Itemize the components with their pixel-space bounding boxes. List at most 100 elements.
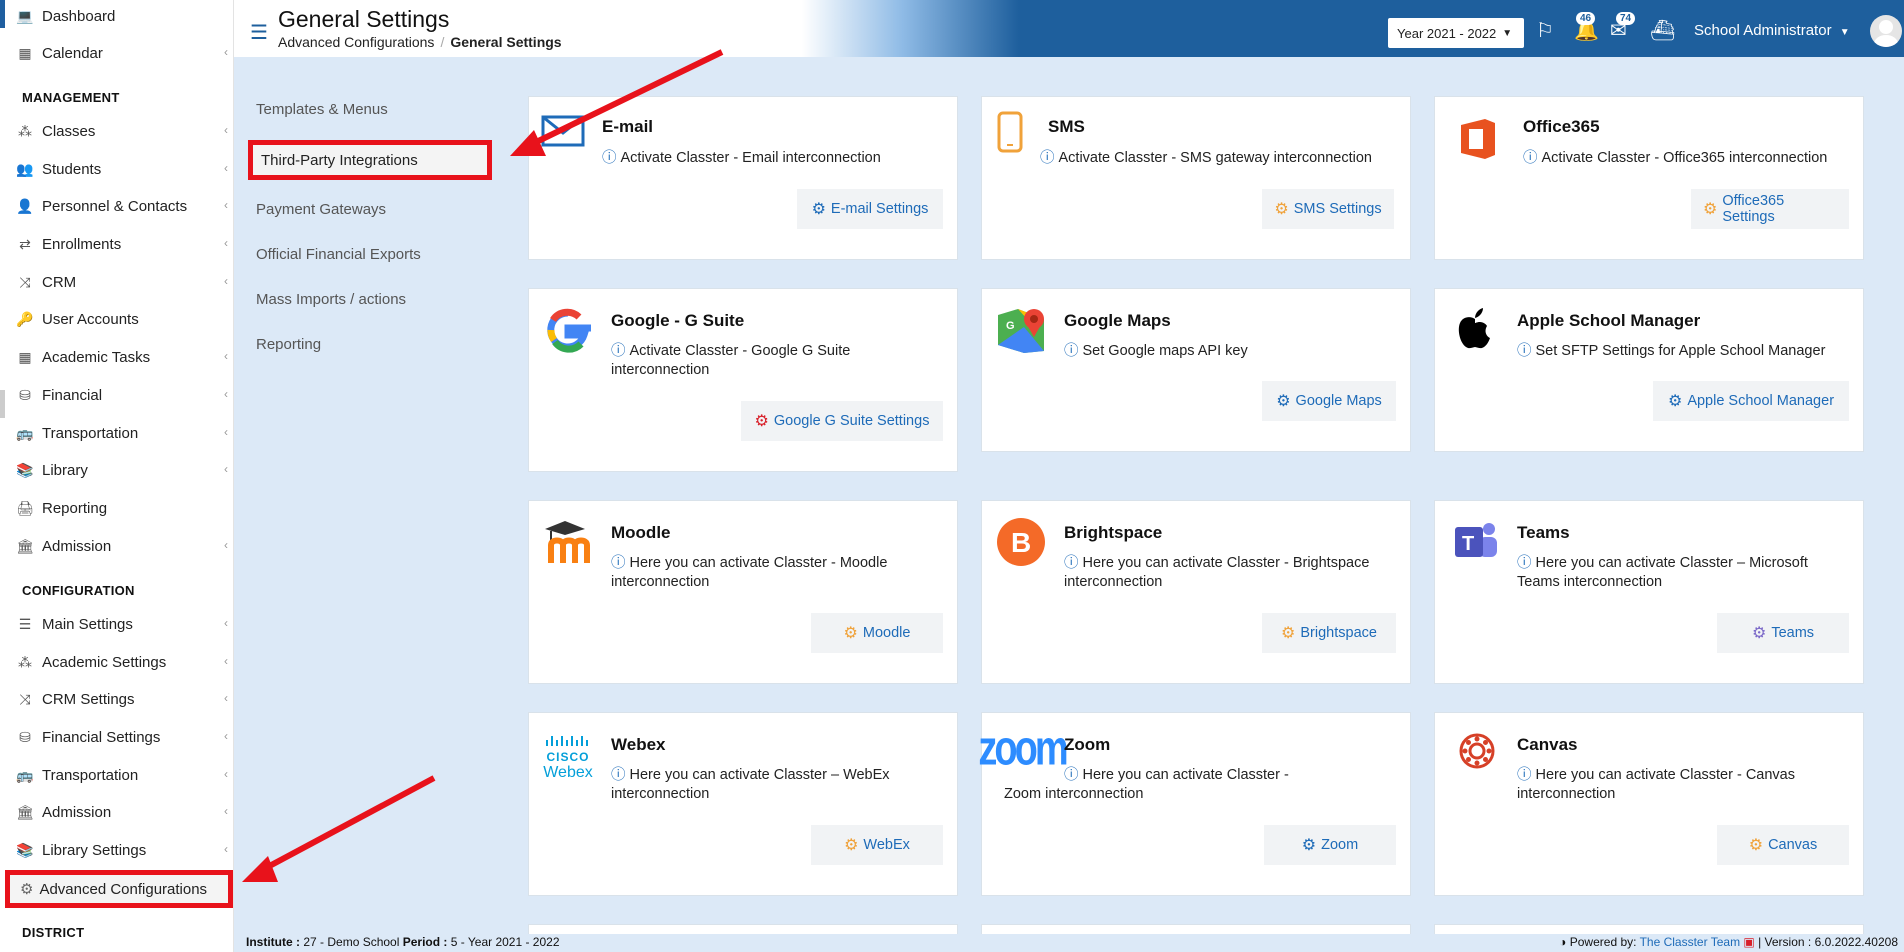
sidebar-item-enrollments[interactable]: ⇄ Enrollments ‹ [0,230,234,258]
card-description-text: Set SFTP Settings for Apple School Manag… [1535,343,1826,359]
integration-card-zoom: zoom Zoom ⓘ Here you can activate Classte… [978,712,1411,896]
breadcrumb-separator: / [440,34,445,50]
gsuite-settings-button[interactable]: ⚙ Google G Suite Settings [741,401,943,441]
settings-menu-reporting[interactable]: Reporting [256,336,321,353]
bus-icon: 🚌 [16,424,34,441]
calendar-icon: ▦ [18,44,32,61]
sidebar-item-transportation[interactable]: 🚌 Transportation ‹ [0,419,234,447]
sidebar-item-label: Enrollments [42,235,122,253]
canvas-button[interactable]: ⚙ Canvas [1717,825,1849,865]
sidebar-item-calendar[interactable]: ▦ Calendar ‹ [0,39,234,67]
apple-logo-icon [1455,305,1495,353]
users-icon: 👥 [16,160,34,177]
settings-menu-templates[interactable]: Templates & Menus [256,101,388,118]
sidebar-item-reporting[interactable]: 🖨 Reporting [0,494,234,522]
sidebar-item-financial-settings[interactable]: ⛁ Financial Settings ‹ [0,723,234,751]
sidebar-item-admission[interactable]: 🏛 Admission ‹ [0,532,234,560]
card-description-text: Activate Classter - Office365 interconne… [1541,150,1828,166]
avatar[interactable] [1870,15,1902,47]
footer-powered: ◑ Powered by: The Classter Team ▣ | Vers… [1559,935,1898,949]
user-menu[interactable]: School Administrator ▼ [1694,22,1850,39]
chevron-left-icon: ‹ [224,387,228,401]
card-title: Teams [1517,523,1570,542]
footer-powered-label: Powered by: [1569,935,1637,949]
moodle-button[interactable]: ⚙ Moodle [811,613,943,653]
caret-down-icon: ▼ [1502,27,1513,39]
hamburger-menu-icon[interactable]: ☰ [250,20,268,45]
sidebar-item-library-settings[interactable]: 📚 Library Settings ‹ [0,836,234,864]
sidebar-item-crm-settings[interactable]: ⤨ CRM Settings ‹ [0,685,234,713]
sidebar-item-user-accounts[interactable]: 🔑 User Accounts [0,305,234,333]
sidebar-item-crm[interactable]: ⤨ CRM ‹ [0,268,234,296]
people-icon: ⁂ [18,122,32,139]
breadcrumb: Advanced Configurations / General Settings [278,34,562,50]
footer-powered-link[interactable]: The Classter Team [1640,935,1740,949]
webex-logo-text: Webex [543,764,593,781]
button-label: Canvas [1768,837,1818,853]
sidebar-item-dashboard[interactable]: 💻 Dashboard [0,2,234,30]
webex-button[interactable]: ⚙ WebEx [811,825,943,865]
settings-menu-label: Third-Party Integrations [261,151,418,169]
sidebar-item-academic-settings[interactable]: ⁂ Academic Settings ‹ [0,648,234,676]
chevron-left-icon: ‹ [224,161,228,175]
card-description: ⓘ Activate Classter - SMS gateway interco… [1040,149,1400,168]
card-description: ⓘ Set SFTP Settings for Apple School Mana… [1517,342,1857,361]
office365-settings-button[interactable]: ⚙ Office365 Settings [1691,189,1849,229]
card-description: ⓘ Here you can activate Classter – Micros… [1517,554,1827,592]
gears-icon: ⚙ [1274,201,1289,218]
ship-icon[interactable]: ⛴ [1650,18,1675,43]
shuffle-icon: ⤨ [19,690,31,707]
sidebar-item-academic-tasks[interactable]: ▦ Academic Tasks ‹ [0,343,234,371]
sidebar-item-label: Academic Tasks [42,348,151,366]
breadcrumb-current: General Settings [450,34,562,50]
sidebar-item-personnel[interactable]: 👤 Personnel & Contacts ‹ [0,192,234,220]
sidebar-item-classes[interactable]: ⁂ Classes ‹ [0,117,234,145]
sliders-icon: ☰ [18,615,32,632]
settings-menu-mass-imports[interactable]: Mass Imports / actions [256,291,406,308]
button-label: Brightspace [1300,625,1377,641]
sidebar-item-label: Personnel & Contacts [42,197,188,215]
card-description: ⓘ Here you can activate Classter - Bright… [1064,554,1394,592]
sidebar-item-label: Advanced Configurations [39,880,208,898]
settings-menu-financial-exports[interactable]: Official Financial Exports [256,246,421,263]
card-description-text: Set Google maps API key [1082,343,1248,359]
gears-icon: ⚙ [843,625,858,642]
card-description-text: Activate Classter - Google G Suite inter… [611,343,851,378]
chevron-left-icon: ‹ [224,236,228,250]
message-badge: 74 [1616,12,1636,25]
button-label: Google G Suite Settings [773,413,930,429]
flag-icon[interactable]: ⚐ [1536,18,1554,43]
sidebar-item-admission-settings[interactable]: 🏛 Admission ‹ [0,798,234,826]
settings-menu-payment-gateways[interactable]: Payment Gateways [256,201,386,218]
card-title: Canvas [1517,735,1578,754]
laptop-icon: 💻 [16,7,34,24]
info-icon: ⓘ [1517,343,1532,359]
chevron-left-icon: ‹ [224,654,228,668]
apple-school-manager-button[interactable]: ⚙ Apple School Manager [1653,381,1849,421]
sidebar-item-main-settings[interactable]: ☰ Main Settings ‹ [0,610,234,638]
gears-icon: ⚙ [1301,837,1317,854]
email-settings-button[interactable]: ⚙ E-mail Settings [797,189,943,229]
info-icon: ⓘ [1064,343,1079,359]
brightspace-button[interactable]: ⚙ Brightspace [1262,613,1396,653]
integration-card-webex: CISCO Webex Webex ⓘ Here you can activate… [528,712,958,896]
year-select[interactable]: Year 2021 - 2022 ▼ [1388,18,1524,48]
google-maps-button[interactable]: ⚙ Google Maps [1262,381,1396,421]
teams-button[interactable]: ⚙ Teams [1717,613,1849,653]
settings-menu-third-party[interactable]: Third-Party Integrations [248,140,492,180]
sidebar-item-students[interactable]: 👥 Students ‹ [0,155,234,183]
sms-settings-button[interactable]: ⚙ SMS Settings [1262,189,1394,229]
sidebar-item-library[interactable]: 📚 Library ‹ [0,456,234,484]
sidebar-item-label: User Accounts [42,310,139,328]
year-select-value: Year 2021 - 2022 [1397,25,1497,41]
card-description: ⓘ Here you can activate Classter - Zoom i… [1004,766,1324,804]
breadcrumb-parent-link[interactable]: Advanced Configurations [278,34,434,50]
sidebar-item-transportation-settings[interactable]: 🚌 Transportation ‹ [0,761,234,789]
sidebar-item-label: Main Settings [42,615,133,633]
sidebar-item-advanced-configurations[interactable]: ⚙ Advanced Configurations [5,870,233,908]
notification-badge: 46 [1576,12,1596,25]
brightspace-logo-icon: B [996,517,1046,567]
zoom-button[interactable]: ⚙ Zoom [1264,825,1396,865]
svg-text:T: T [1462,533,1474,555]
sidebar-item-financial[interactable]: ⛁ Financial ‹ [0,381,234,409]
